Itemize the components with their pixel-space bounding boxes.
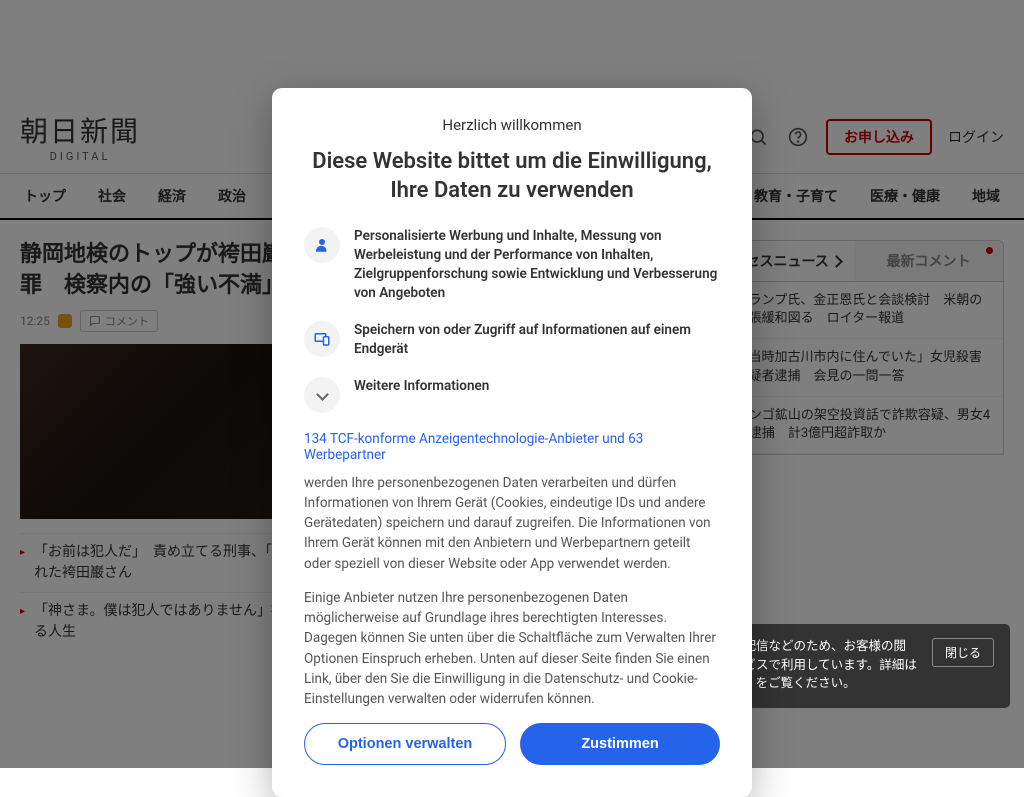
toast-close-button[interactable]: 閉じる xyxy=(932,638,994,667)
more-info-label: Weitere Informationen xyxy=(354,377,489,396)
consent-purpose-2: Speichern von oder Zugriff auf Informati… xyxy=(354,321,720,359)
vendor-partners-link[interactable]: 134 TCF-konforme Anzeigentechnologie-Anb… xyxy=(304,431,720,463)
more-info-toggle[interactable]: Weitere Informationen xyxy=(304,377,720,413)
device-icon xyxy=(304,321,340,357)
modal-description-1: werden Ihre personenbezogenen Daten vera… xyxy=(304,473,720,574)
chevron-down-icon xyxy=(304,377,340,413)
person-icon xyxy=(304,227,340,263)
consent-modal: Herzlich willkommen Diese Website bittet… xyxy=(272,88,752,797)
accept-button[interactable]: Zustimmen xyxy=(520,723,720,765)
modal-description-2: Einige Anbieter nutzen Ihre personenbezo… xyxy=(304,588,720,710)
consent-purpose-1: Personalisierte Werbung und Inhalte, Mes… xyxy=(354,227,720,303)
modal-title: Diese Website bittet um die Einwilligung… xyxy=(304,148,720,205)
manage-options-button[interactable]: Optionen verwalten xyxy=(304,723,506,765)
modal-greeting: Herzlich willkommen xyxy=(304,116,720,134)
